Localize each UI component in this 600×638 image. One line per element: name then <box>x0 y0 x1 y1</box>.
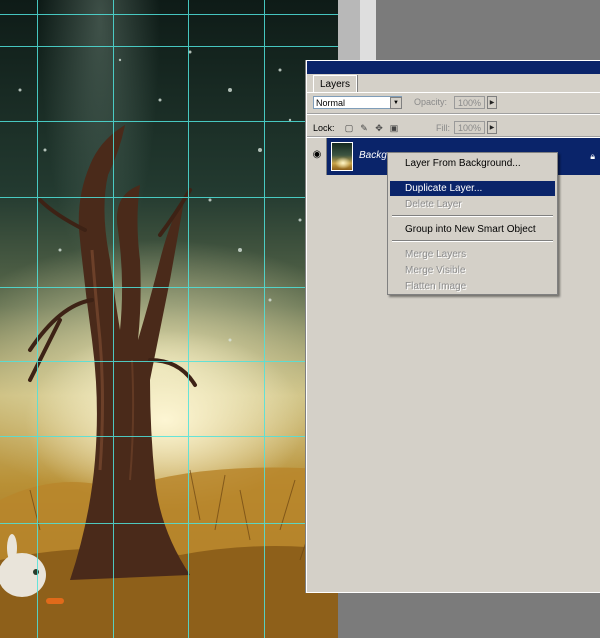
layer-thumbnail[interactable] <box>331 142 353 171</box>
lock-paint-icon[interactable]: ✎ <box>359 123 369 133</box>
layers-panel: Layers Normal ▼ Opacity: 100% ▶ Lock: ▢ … <box>306 60 600 593</box>
menu-item-duplicate-layer[interactable]: Duplicate Layer... <box>390 181 555 196</box>
slider-arrow-icon[interactable]: ▶ <box>487 96 497 109</box>
opacity-label: Opacity: <box>414 97 448 107</box>
lock-transparent-icon[interactable]: ▢ <box>344 123 354 133</box>
menu-item-group-into-smart-object[interactable]: Group into New Smart Object <box>390 222 555 237</box>
lock-move-icon[interactable]: ✥ <box>374 123 384 133</box>
eye-icon[interactable]: ◉ <box>311 150 323 160</box>
document-canvas[interactable] <box>0 0 338 638</box>
lock-label: Lock: <box>313 123 335 133</box>
workspace-background <box>376 0 600 60</box>
menu-item-delete-layer: Delete Layer <box>405 199 462 210</box>
menu-item-flatten-image: Flatten Image <box>405 281 467 292</box>
menu-item-merge-layers: Merge Layers <box>405 249 467 260</box>
toolbar-divider <box>307 136 600 137</box>
canvas-border-highlight <box>360 0 376 60</box>
toolbar-divider <box>307 113 600 114</box>
fill-label: Fill: <box>436 123 450 133</box>
slider-arrow-icon[interactable]: ▶ <box>487 121 497 134</box>
menu-separator <box>392 215 553 216</box>
menu-separator <box>392 240 553 241</box>
opacity-field[interactable]: 100% <box>454 96 485 109</box>
tab-divider <box>307 92 600 93</box>
fill-field[interactable]: 100% <box>454 121 485 134</box>
context-menu: Layer From Background... Duplicate Layer… <box>387 152 558 295</box>
blend-mode-select[interactable]: Normal <box>313 96 402 109</box>
menu-item-merge-visible: Merge Visible <box>405 265 466 276</box>
artwork <box>0 0 338 638</box>
panel-titlebar[interactable] <box>307 61 600 74</box>
menu-item-layer-from-background[interactable]: Layer From Background... <box>390 156 555 171</box>
dropdown-arrow-icon[interactable]: ▼ <box>390 97 402 109</box>
layer-name[interactable]: Backgr <box>359 150 390 161</box>
lock-all-icon[interactable]: ▣ <box>389 123 399 133</box>
tab-layers[interactable]: Layers <box>313 75 358 93</box>
visibility-toggle[interactable]: ◉ <box>307 138 327 175</box>
layer-lock-icon: 🔒︎ <box>590 151 595 161</box>
